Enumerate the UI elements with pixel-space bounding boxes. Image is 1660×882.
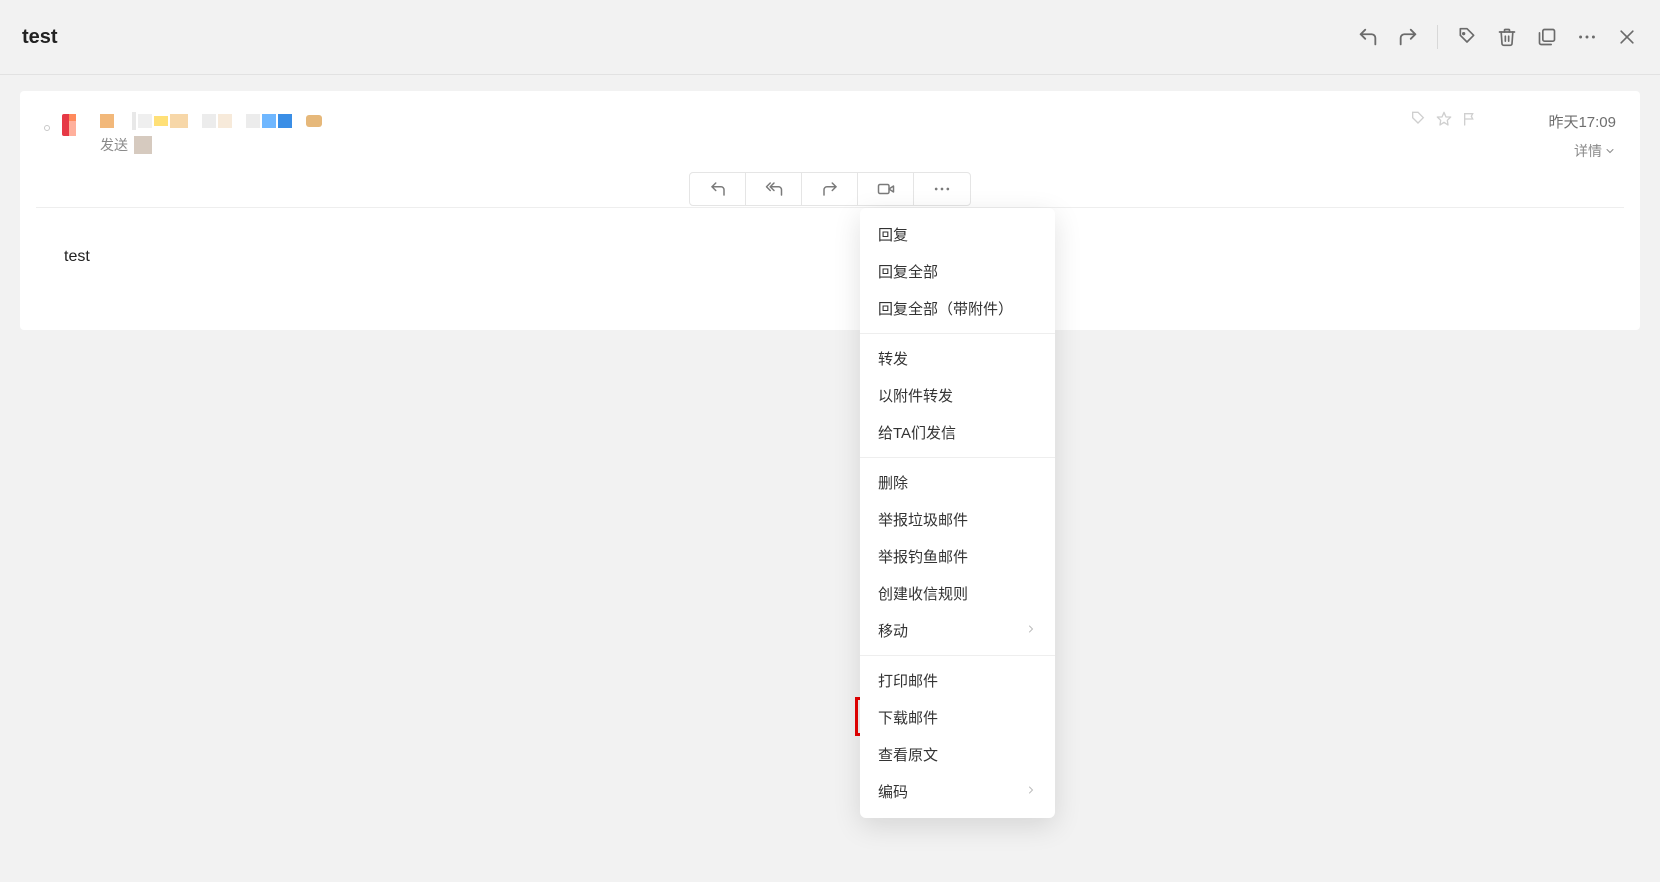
mail-action-bar — [36, 173, 1624, 208]
delete-icon[interactable] — [1496, 26, 1518, 48]
chevron-right-icon — [1025, 622, 1037, 639]
mail-time: 昨天17:09 — [1548, 111, 1616, 132]
tag-icon[interactable] — [1456, 26, 1478, 48]
chevron-right-icon — [1025, 783, 1037, 800]
menu-send-to[interactable]: 给TA们发信 — [860, 414, 1055, 451]
reply-all-button[interactable] — [746, 173, 802, 205]
menu-forward-attach[interactable]: 以附件转发 — [860, 377, 1055, 414]
menu-forward[interactable]: 转发 — [860, 340, 1055, 377]
menu-create-rule[interactable]: 创建收信规则 — [860, 575, 1055, 612]
menu-separator — [860, 457, 1055, 458]
forward-button[interactable] — [802, 173, 858, 205]
menu-view-source[interactable]: 查看原文 — [860, 736, 1055, 773]
recipient-redacted — [134, 136, 152, 154]
menu-encoding[interactable]: 编码 — [860, 773, 1055, 810]
mail-top: 发送 — [36, 91, 1624, 169]
content-area: 发送 — [0, 75, 1660, 346]
separator — [1437, 25, 1438, 49]
menu-reply-all-attach[interactable]: 回复全部（带附件） — [860, 290, 1055, 327]
menu-delete[interactable]: 删除 — [860, 464, 1055, 501]
sender-avatar[interactable] — [58, 107, 90, 139]
menu-move[interactable]: 移动 — [860, 612, 1055, 649]
more-icon[interactable] — [1576, 26, 1598, 48]
reply-icon[interactable] — [1357, 26, 1379, 48]
menu-print[interactable]: 打印邮件 — [860, 662, 1055, 699]
mail-meta: 昨天17:09 详情 — [1410, 107, 1616, 161]
recipient-label: 发送 — [100, 135, 128, 155]
recipient-row: 发送 — [100, 135, 1410, 155]
menu-download[interactable]: 下载邮件 — [860, 699, 1055, 736]
menu-reply-all[interactable]: 回复全部 — [860, 253, 1055, 290]
details-toggle[interactable]: 详情 — [1574, 141, 1616, 161]
header-toolbar: test — [0, 0, 1660, 75]
close-icon[interactable] — [1616, 26, 1638, 48]
reply-button[interactable] — [690, 173, 746, 205]
star-icon[interactable] — [1436, 111, 1452, 132]
header-actions — [1357, 25, 1638, 49]
attachment-icon[interactable] — [1410, 111, 1426, 132]
menu-separator — [860, 333, 1055, 334]
sender-block: 发送 — [100, 107, 1410, 155]
video-button[interactable] — [858, 173, 914, 205]
open-window-icon[interactable] — [1536, 26, 1558, 48]
menu-separator — [860, 655, 1055, 656]
email-subject: test — [22, 26, 58, 49]
menu-report-spam[interactable]: 举报垃圾邮件 — [860, 501, 1055, 538]
menu-report-phishing[interactable]: 举报钓鱼邮件 — [860, 538, 1055, 575]
more-dropdown: 回复 回复全部 回复全部（带附件） 转发 以附件转发 给TA们发信 删除 举报垃… — [860, 208, 1055, 818]
forward-icon[interactable] — [1397, 26, 1419, 48]
more-menu-button[interactable] — [914, 173, 970, 205]
mail-card: 发送 — [20, 91, 1640, 330]
read-status-indicator — [44, 125, 50, 131]
sender-name-redacted — [100, 107, 1410, 135]
mail-body: test — [36, 208, 1624, 306]
mail-body-text: test — [64, 248, 90, 265]
flag-icon[interactable] — [1462, 111, 1478, 132]
menu-reply[interactable]: 回复 — [860, 216, 1055, 253]
mail-action-group — [689, 172, 971, 206]
